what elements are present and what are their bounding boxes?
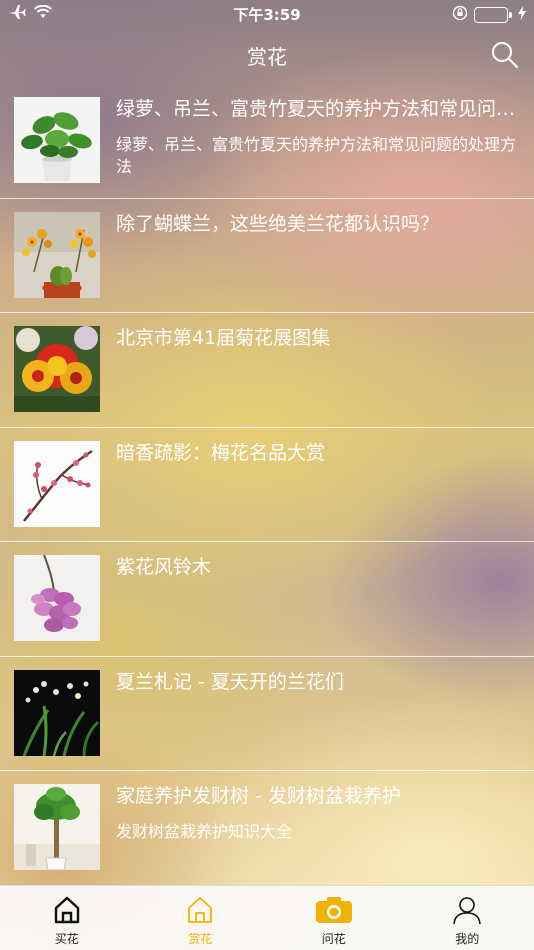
article-subtitle: 绿萝、吊兰、富贵竹夏天的养护方法和常见问题的处理方法 [116,135,517,176]
article-title: 紫花风铃木 [116,556,212,578]
article-title: 除了蝴蝶兰，这些绝美兰花都认识吗？ [116,212,440,235]
tab-admire-flowers[interactable]: 赏花 [134,886,268,950]
list-item[interactable]: 暗香疏影：梅花名品大赏 [0,428,534,542]
article-thumbnail [14,97,100,183]
article-subtitle: 发财树盆栽养护知识大全 [116,822,293,841]
search-button[interactable] [490,40,520,70]
tab-label: 赏花 [188,932,213,946]
article-thumbnail [14,326,100,412]
article-title: 家庭养护发财树 - 发财树盆栽养护 [116,785,401,807]
tab-mine[interactable]: 我的 [401,886,534,950]
article-thumbnail [14,440,100,527]
article-title: 北京市第41届菊花展图集 [116,327,331,349]
search-icon [492,42,519,69]
article-thumbnail [14,669,100,756]
tab-label: 买花 [54,932,79,946]
article-title: 夏兰札记 - 夏天开的兰花们 [116,670,344,693]
user-icon [453,897,482,925]
list-item[interactable]: 家庭养护发财树 - 发财树盆栽养护 发财树盆栽养护知识大全 [0,771,534,886]
article-list: 绿萝、吊兰、富贵竹夏天的养护方法和常见问题的处理方法 绿萝、吊兰、富贵竹夏天的养… [0,84,534,886]
tab-label: 我的 [455,932,480,946]
home-icon [54,896,79,924]
battery-icon [474,7,512,23]
article-thumbnail [14,211,100,298]
article-title: 绿萝、吊兰、富贵竹夏天的养护方法和常见问题的处理方法 [116,98,520,120]
article-thumbnail [14,784,100,870]
tab-buy-flowers[interactable]: 买花 [0,886,134,950]
list-item[interactable]: 绿萝、吊兰、富贵竹夏天的养护方法和常见问题的处理方法 绿萝、吊兰、富贵竹夏天的养… [0,84,534,199]
charging-icon [518,6,526,24]
camera-icon [315,897,352,923]
article-thumbnail [14,555,100,641]
tab-label: 问花 [321,932,346,946]
tab-ask-flowers[interactable]: 问花 [267,886,401,950]
home-outline-icon [188,897,213,923]
status-bar: 下午3:59 [0,0,534,28]
page-title: 赏花 [247,45,287,69]
tab-bar: 买花 赏花 问花 我的 [0,885,534,950]
list-item[interactable]: 除了蝴蝶兰，这些绝美兰花都认识吗？ [0,199,534,313]
list-item[interactable]: 紫花风铃木 [0,542,534,657]
rotation-lock-icon [452,5,468,25]
list-item[interactable]: 夏兰札记 - 夏天开的兰花们 [0,657,534,771]
nav-bar: 赏花 [0,28,534,84]
article-title: 暗香疏影：梅花名品大赏 [116,441,326,464]
list-item[interactable]: 北京市第41届菊花展图集 [0,313,534,428]
